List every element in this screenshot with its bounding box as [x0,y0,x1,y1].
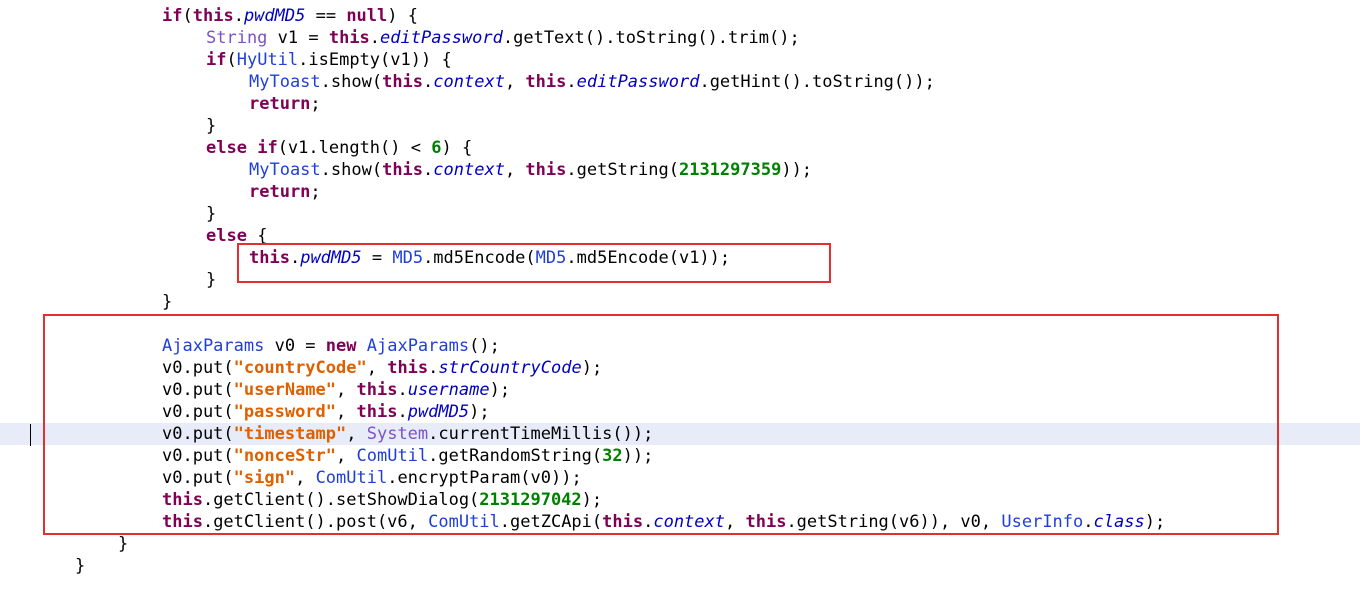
code-line-text: MyToast.show(this.context, this.getStrin… [249,159,812,181]
code-token: 2131297359 [678,160,782,180]
code-token: .getHint().toString()); [699,72,935,92]
code-token: this [382,160,424,180]
code-line[interactable]: if(this.pwdMD5 == null) { [0,5,1360,27]
code-token: .show( [320,72,383,92]
code-line-text: return; [249,93,321,115]
code-token: if [162,6,183,26]
code-token: else [206,138,247,158]
code-line[interactable]: MyToast.show(this.context, this.editPass… [0,71,1360,93]
code-line[interactable]: if(HyUtil.isEmpty(v1)) { [0,49,1360,71]
code-line[interactable]: String v1 = this.editPassword.getText().… [0,27,1360,49]
code-token: )); [781,160,813,180]
code-line-text: } [206,115,216,137]
code-token: } [118,534,129,554]
code-line-text: } [162,291,172,313]
code-token: pwdMD5 [243,6,306,26]
code-token: .getText().toString().trim(); [502,28,800,48]
code-token: this [192,6,234,26]
code-line[interactable]: return; [0,93,1360,115]
code-token: v1 = [267,28,329,48]
code-token: . [423,72,434,92]
code-line-text: else if(v1.length() < 6) { [206,137,472,159]
code-editor[interactable]: if(this.pwdMD5 == null) {String v1 = thi… [0,0,1360,591]
code-token: MyToast [249,72,321,92]
code-token: if [206,50,227,70]
code-token: this [382,72,424,92]
highlight-box-md5 [237,243,831,283]
code-line[interactable]: return; [0,181,1360,203]
code-token: } [75,556,86,576]
code-line[interactable]: MyToast.show(this.context, this.getStrin… [0,159,1360,181]
code-token: .getString( [566,160,679,180]
code-token: context [433,160,505,180]
code-token: null [346,6,388,26]
code-token: , [504,72,526,92]
code-line-text: } [206,203,216,225]
code-token: String [206,28,268,48]
code-line-text: MyToast.show(this.context, this.editPass… [249,71,935,93]
code-token: editPassword [380,28,503,48]
code-token: ; [310,182,321,202]
code-token: this [525,72,567,92]
code-token: ) { [441,138,473,158]
code-line[interactable]: } [0,291,1360,313]
code-token: } [206,270,217,290]
code-line[interactable]: } [0,555,1360,577]
code-token: if [257,138,278,158]
code-token: ; [310,94,321,114]
code-token: context [433,72,505,92]
code-token: . [369,28,381,48]
code-token: } [162,292,173,312]
code-token: ( [226,50,237,70]
text-cursor [30,424,31,446]
code-line-text: if(this.pwdMD5 == null) { [162,5,418,27]
code-token: this [525,160,567,180]
code-token: == [305,6,347,26]
code-token: this [328,28,370,48]
code-line-text: String v1 = this.editPassword.getText().… [206,27,800,49]
code-line-text: } [75,555,85,577]
code-token: editPassword [576,72,700,92]
code-line-text: if(HyUtil.isEmpty(v1)) { [206,49,452,71]
code-token: . [233,6,244,26]
code-token: , [504,160,526,180]
code-token: HyUtil [236,50,299,70]
code-line-text: } [118,533,128,555]
code-token: .show( [320,160,383,180]
code-token: ) { [387,6,418,26]
code-token: . [566,72,577,92]
code-token: .isEmpty(v1)) { [298,50,452,70]
code-token: return [249,94,311,114]
highlight-box-params [43,314,1279,535]
code-token: return [249,182,311,202]
code-line[interactable]: else if(v1.length() < 6) { [0,137,1360,159]
code-token: (v1.length() < [277,138,432,158]
code-line[interactable]: } [0,203,1360,225]
code-line[interactable]: } [0,533,1360,555]
code-token: } [206,204,217,224]
code-line-text: return; [249,181,321,203]
code-token: } [206,116,217,136]
code-line-text: } [206,269,216,291]
code-token: MyToast [249,160,321,180]
code-line[interactable]: } [0,115,1360,137]
code-token: . [423,160,434,180]
code-token: 6 [431,138,442,158]
code-token: ( [182,6,193,26]
